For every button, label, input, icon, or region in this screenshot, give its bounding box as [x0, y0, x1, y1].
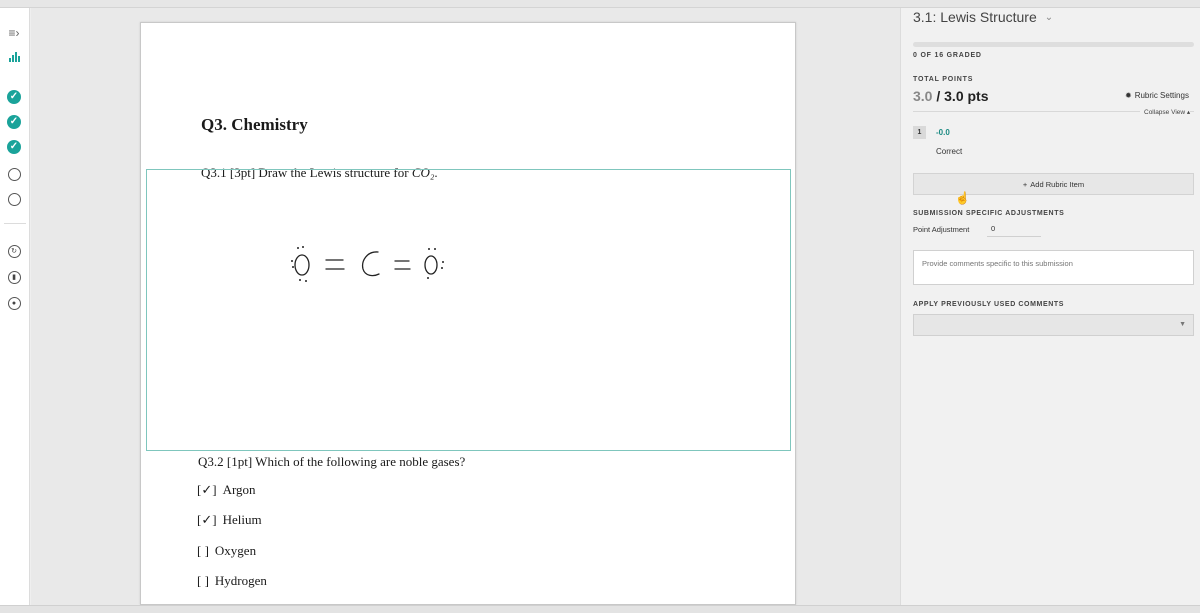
empty-circle-icon: [7, 167, 21, 181]
rail-divider: [4, 223, 26, 224]
submission-comment-field[interactable]: [913, 250, 1194, 285]
window-top-edge: [0, 0, 1200, 8]
choice-argon: [✓] Argon: [197, 482, 256, 498]
gear-icon: ✹: [1125, 91, 1132, 100]
checked-box: [✓]: [197, 482, 217, 497]
add-rubric-label: Add Rubric Item: [1030, 179, 1085, 189]
choice-label: Hydrogen: [214, 573, 267, 588]
question-name: 3.1: Lewis Structure: [913, 9, 1037, 25]
question-selector[interactable]: 3.1: Lewis Structure ⌄: [913, 9, 1053, 25]
point-adjustment-label: Point Adjustment: [913, 225, 970, 234]
grading-progress-bar: [913, 42, 1194, 47]
score-earned: 3.0: [913, 88, 933, 104]
rubric-settings-button[interactable]: ✹ Rubric Settings: [1125, 91, 1189, 100]
bar-chart-icon: [8, 52, 20, 62]
choice-oxygen: [ ] Oxygen: [197, 543, 256, 559]
graded-count: 0 OF 16 GRADED: [913, 52, 982, 59]
checked-box: [✓]: [197, 512, 217, 527]
rubric-item-1[interactable]: 1 -0.0 Correct: [913, 126, 1194, 162]
empty-box: [ ]: [197, 543, 209, 558]
check-circle-icon: ✓: [7, 115, 21, 129]
score-total: / 3.0 pts: [932, 88, 989, 104]
chart-icon: ▮: [7, 270, 21, 284]
question-3-2-prompt: Q3.2 [1pt] Which of the following are no…: [198, 454, 466, 469]
choice-helium: [✓] Helium: [197, 512, 262, 528]
rubric-settings-label: Rubric Settings: [1134, 91, 1189, 100]
question-nav-5[interactable]: [5, 190, 23, 208]
question-nav-4[interactable]: [5, 165, 23, 183]
question-nav-1[interactable]: ✓: [5, 88, 23, 106]
menu-collapse-icon[interactable]: ≡›: [5, 24, 23, 42]
chevron-down-icon: ▼: [1179, 321, 1186, 328]
total-score: 3.0 / 3.0 pts: [913, 88, 989, 104]
left-rail: ≡› ✓ ✓ ✓ ↻ ▮ ●: [0, 8, 30, 605]
empty-box: [ ]: [197, 573, 209, 588]
plus-icon: +: [1022, 179, 1028, 189]
rubric-item-key: 1: [913, 126, 926, 139]
rubric-item-description: Correct: [936, 147, 963, 156]
check-circle-icon: ✓: [7, 140, 21, 154]
menu-glyph: ≡›: [8, 26, 20, 40]
question-nav-3[interactable]: ✓: [5, 138, 23, 156]
submission-page[interactable]: Q3. Chemistry Q3.1 [3pt] Draw the Lewis …: [140, 22, 796, 605]
adjustments-heading: SUBMISSION SPECIFIC ADJUSTMENTS: [913, 210, 1065, 217]
question-nav-2[interactable]: ✓: [5, 113, 23, 131]
regrade-icon: ↻: [7, 244, 21, 258]
choice-label: Helium: [222, 512, 262, 527]
empty-circle-icon: [7, 192, 21, 206]
settings-button[interactable]: ●: [5, 294, 23, 312]
hand-cursor-icon: ☝: [955, 191, 970, 205]
analytics-button[interactable]: ▮: [5, 268, 23, 286]
statistics-icon[interactable]: [5, 48, 23, 66]
check-circle-icon: ✓: [7, 90, 21, 104]
point-adjustment-input[interactable]: [987, 221, 1041, 237]
handwritten-lewis-structure: [291, 246, 444, 282]
choice-label: Oxygen: [214, 543, 257, 558]
window-bottom-edge: [0, 605, 1200, 613]
collapse-view-link[interactable]: Collapse View ▴: [1140, 108, 1191, 116]
choice-label: Argon: [222, 482, 256, 497]
chevron-down-icon: ⌄: [1044, 11, 1054, 23]
rubric-item-points: -0.0: [936, 128, 950, 137]
settings-icon: ●: [7, 296, 21, 310]
answer-region-box[interactable]: [146, 169, 791, 451]
choice-hydrogen: [ ] Hydrogen: [197, 573, 267, 589]
grading-panel: 3.1: Lewis Structure ⌄ 0 OF 16 GRADED TO…: [900, 8, 1200, 605]
question-title: Q3. Chemistry: [201, 115, 308, 134]
total-points-label: TOTAL POINTS: [913, 76, 974, 83]
previous-comments-dropdown[interactable]: ▼: [913, 314, 1194, 336]
previous-comments-heading: APPLY PREVIOUSLY USED COMMENTS: [913, 301, 1065, 308]
regrade-button[interactable]: ↻: [5, 242, 23, 260]
